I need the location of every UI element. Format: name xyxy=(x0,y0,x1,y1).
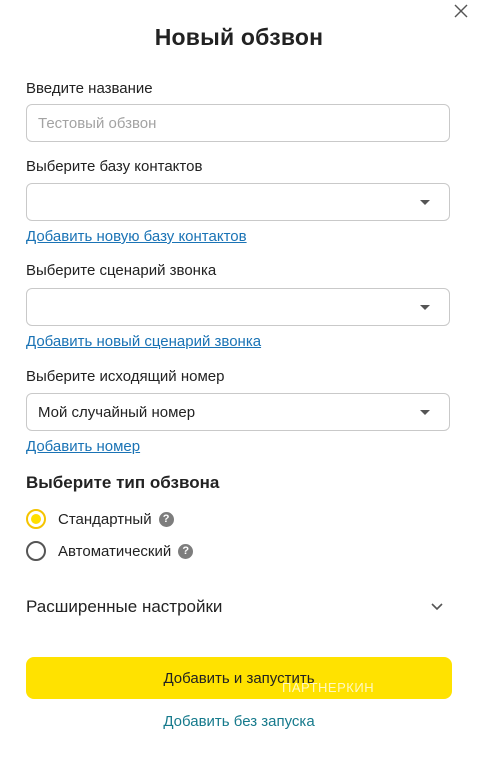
radio-checked[interactable] xyxy=(26,509,46,529)
advanced-settings-toggle[interactable]: Расширенные настройки xyxy=(26,597,450,617)
radio-option-automatic[interactable]: Автоматический ? xyxy=(26,541,194,561)
question-icon[interactable]: ? xyxy=(178,543,194,559)
outgoing-selected-value: Мой случайный номер xyxy=(38,403,196,421)
close-button[interactable] xyxy=(450,0,472,22)
scenario-label: Выберите сценарий звонка xyxy=(26,262,217,279)
outgoing-label: Выберите исходящий номер xyxy=(26,368,225,385)
chevron-down-icon xyxy=(431,603,443,611)
contacts-label: Выберите базу контактов xyxy=(26,158,203,175)
caret-down-icon xyxy=(420,409,430,415)
caret-down-icon xyxy=(420,199,430,205)
radio-dot xyxy=(31,514,41,524)
add-and-start-button[interactable]: Добавить и запустить xyxy=(26,657,452,699)
call-type-title: Выберите тип обзвона xyxy=(26,473,220,492)
add-without-start-link[interactable]: Добавить без запуска xyxy=(0,713,478,730)
radio-label-automatic: Автоматический xyxy=(58,542,172,560)
name-label: Введите название xyxy=(26,80,153,97)
scenario-select[interactable] xyxy=(26,288,450,326)
radio-option-standard[interactable]: Стандартный ? xyxy=(26,509,174,529)
contacts-select[interactable] xyxy=(26,183,450,221)
caret-down-icon xyxy=(420,304,430,310)
outgoing-select[interactable]: Мой случайный номер xyxy=(26,393,450,431)
radio-label-standard: Стандартный xyxy=(58,510,152,528)
advanced-settings-label: Расширенные настройки xyxy=(26,597,223,616)
radio-unchecked[interactable] xyxy=(26,541,46,561)
name-input[interactable] xyxy=(26,104,450,142)
dialog-title: Новый обзвон xyxy=(154,24,324,50)
add-contacts-link[interactable]: Добавить новую базу контактов xyxy=(26,228,247,245)
close-icon xyxy=(454,4,468,18)
add-number-link[interactable]: Добавить номер xyxy=(26,438,140,455)
question-icon[interactable]: ? xyxy=(158,511,174,527)
add-scenario-link[interactable]: Добавить новый сценарий звонка xyxy=(26,333,261,350)
